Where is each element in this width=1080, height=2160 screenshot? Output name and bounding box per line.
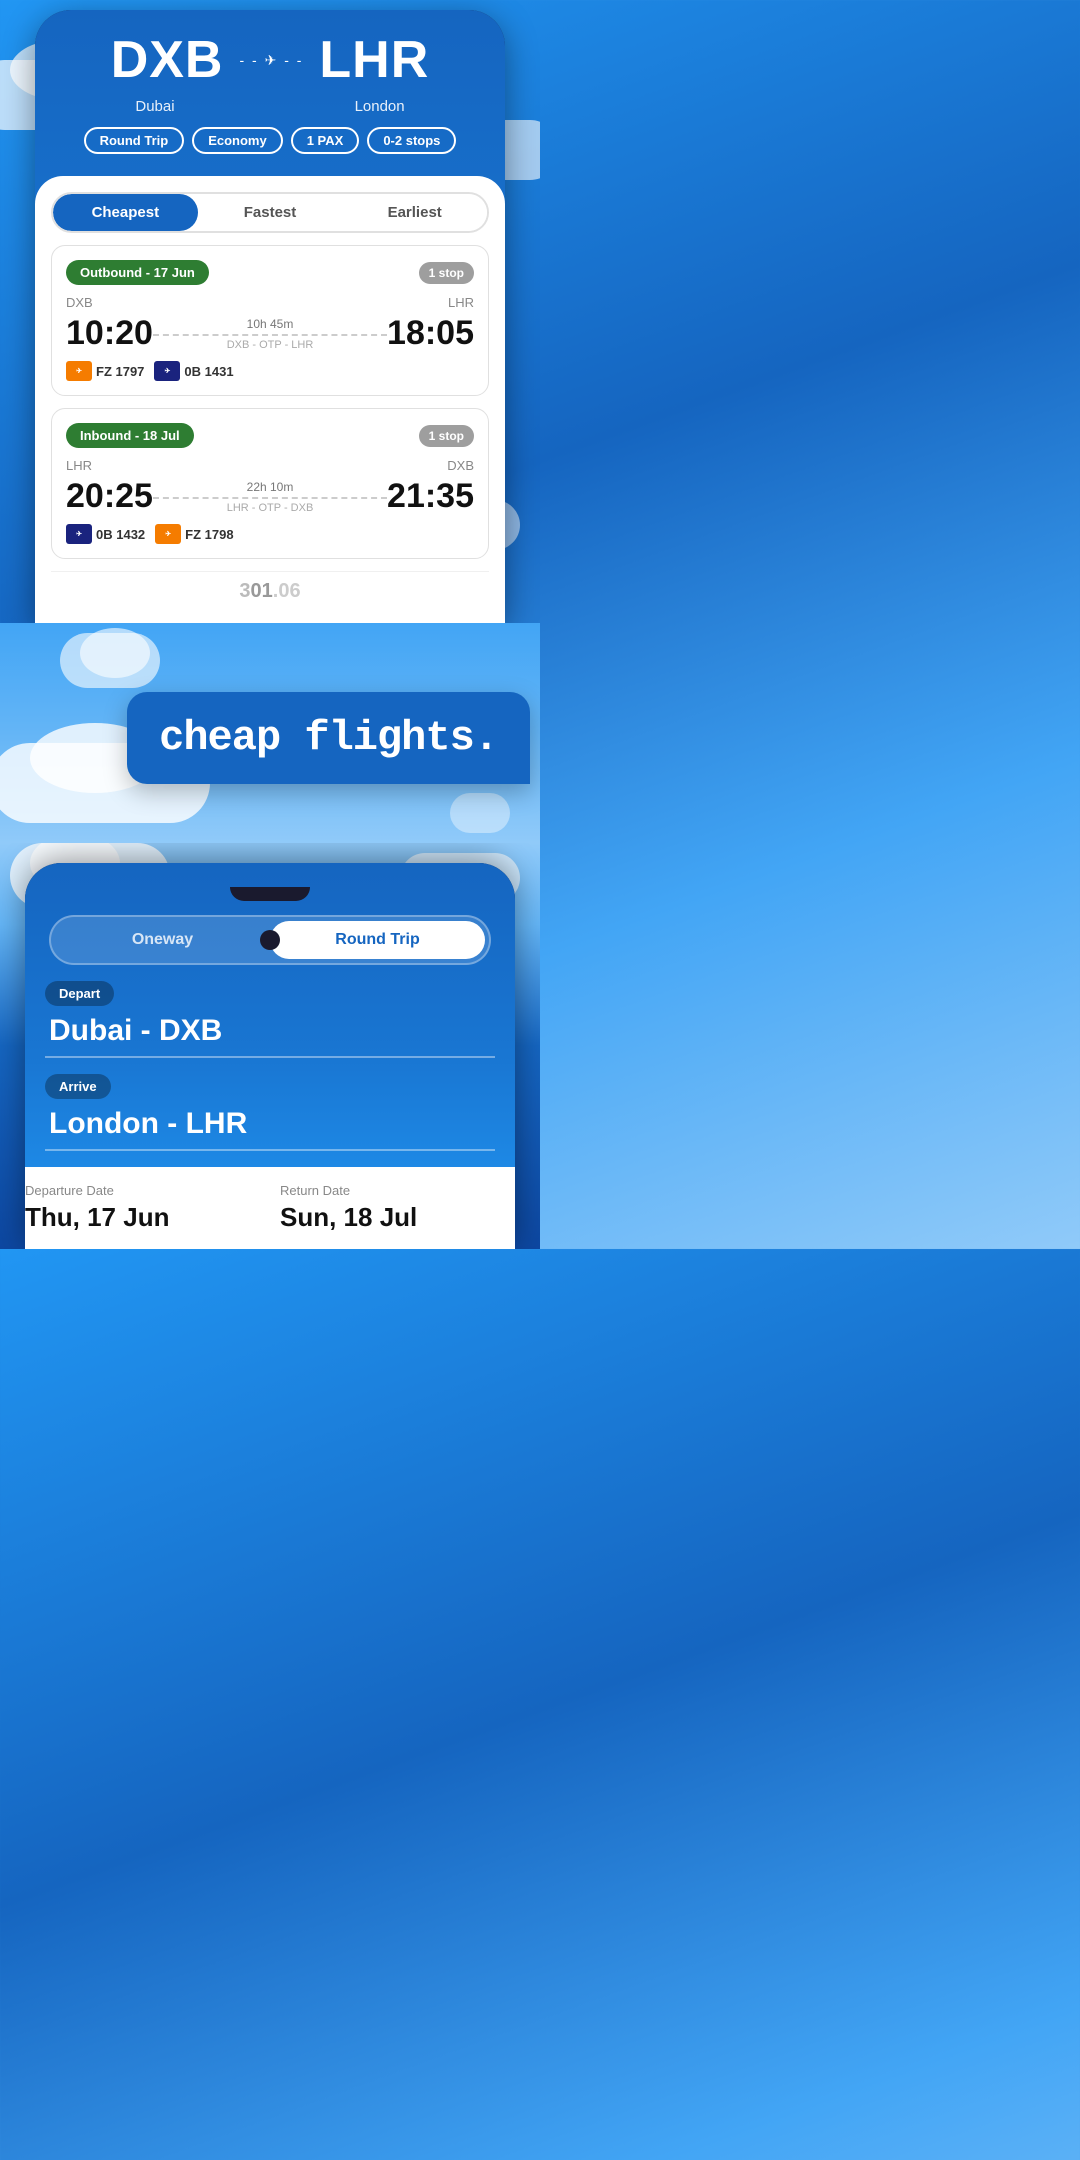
origin-code: DXB bbox=[111, 30, 224, 90]
inbound-airline-2: ✈ FZ 1798 bbox=[155, 524, 233, 544]
dates-section: Departure Date Thu, 17 Jun Return Date S… bbox=[25, 1167, 515, 1249]
inbound-airline-1: ✈ 0B 1432 bbox=[66, 524, 145, 544]
tab-fastest[interactable]: Fastest bbox=[198, 194, 343, 231]
arrive-divider bbox=[45, 1149, 495, 1151]
outbound-stops: 1 stop bbox=[419, 262, 474, 284]
inbound-flight-card: Inbound - 18 Jul 1 stop LHR DXB 20:25 22… bbox=[51, 408, 489, 559]
inbound-arrival: 21:35 bbox=[387, 477, 474, 516]
outbound-route: DXB - OTP - LHR bbox=[153, 339, 387, 351]
airline-logo-fz-in: ✈ bbox=[155, 524, 181, 544]
outbound-label: Outbound - 17 Jun bbox=[66, 260, 209, 285]
trip-type-badge[interactable]: Round Trip bbox=[84, 127, 185, 154]
return-date-value: Sun, 18 Jul bbox=[280, 1202, 515, 1233]
toggle-indicator bbox=[260, 930, 280, 950]
oneway-option[interactable]: Oneway bbox=[55, 921, 270, 959]
cabin-badge[interactable]: Economy bbox=[192, 127, 283, 154]
tab-cheapest[interactable]: Cheapest bbox=[53, 194, 198, 231]
partial-price: 301.06 bbox=[51, 571, 489, 611]
departure-date-value: Thu, 17 Jun bbox=[25, 1202, 260, 1233]
inbound-stops: 1 stop bbox=[419, 425, 474, 447]
outbound-duration: 10h 45m bbox=[153, 317, 387, 331]
airline-logo-fz-out: ✈ bbox=[66, 361, 92, 381]
return-date-label: Return Date bbox=[280, 1183, 515, 1198]
inbound-to: DXB bbox=[447, 458, 474, 473]
destination-code: LHR bbox=[319, 30, 429, 90]
cheap-flights-heading: cheap flights. bbox=[159, 714, 498, 762]
origin-city: Dubai bbox=[135, 98, 174, 115]
depart-value[interactable]: Dubai - DXB bbox=[45, 1014, 495, 1048]
airline-logo-0b-in: ✈ bbox=[66, 524, 92, 544]
outbound-from: DXB bbox=[66, 295, 93, 310]
inbound-from: LHR bbox=[66, 458, 92, 473]
outbound-airline-2: ✈ 0B 1431 bbox=[154, 361, 233, 381]
depart-label: Depart bbox=[45, 981, 114, 1006]
destination-city: London bbox=[355, 98, 405, 115]
inbound-route: LHR - OTP - DXB bbox=[153, 502, 387, 514]
return-date-col[interactable]: Return Date Sun, 18 Jul bbox=[280, 1183, 515, 1233]
airline-logo-0b-out: ✈ bbox=[154, 361, 180, 381]
arrive-value[interactable]: London - LHR bbox=[45, 1107, 495, 1141]
outbound-flight-card: Outbound - 17 Jun 1 stop DXB LHR 10:20 1… bbox=[51, 245, 489, 396]
inbound-duration: 22h 10m bbox=[153, 480, 387, 494]
outbound-airline-1: ✈ FZ 1797 bbox=[66, 361, 144, 381]
depart-divider bbox=[45, 1056, 495, 1058]
sort-tabs: Cheapest Fastest Earliest bbox=[51, 192, 489, 233]
arrive-label: Arrive bbox=[45, 1074, 111, 1099]
tab-earliest[interactable]: Earliest bbox=[342, 194, 487, 231]
pax-badge[interactable]: 1 PAX bbox=[291, 127, 360, 154]
phone-notch bbox=[230, 887, 310, 901]
stops-badge[interactable]: 0-2 stops bbox=[367, 127, 456, 154]
inbound-departure: 20:25 bbox=[66, 477, 153, 516]
outbound-to: LHR bbox=[448, 295, 474, 310]
departure-date-label: Departure Date bbox=[25, 1183, 260, 1198]
departure-date-col[interactable]: Departure Date Thu, 17 Jun bbox=[25, 1183, 260, 1233]
inbound-label: Inbound - 18 Jul bbox=[66, 423, 194, 448]
outbound-departure: 10:20 bbox=[66, 314, 153, 353]
roundtrip-option[interactable]: Round Trip bbox=[270, 921, 485, 959]
outbound-arrival: 18:05 bbox=[387, 314, 474, 353]
trip-type-toggle: Oneway Round Trip bbox=[49, 915, 491, 965]
